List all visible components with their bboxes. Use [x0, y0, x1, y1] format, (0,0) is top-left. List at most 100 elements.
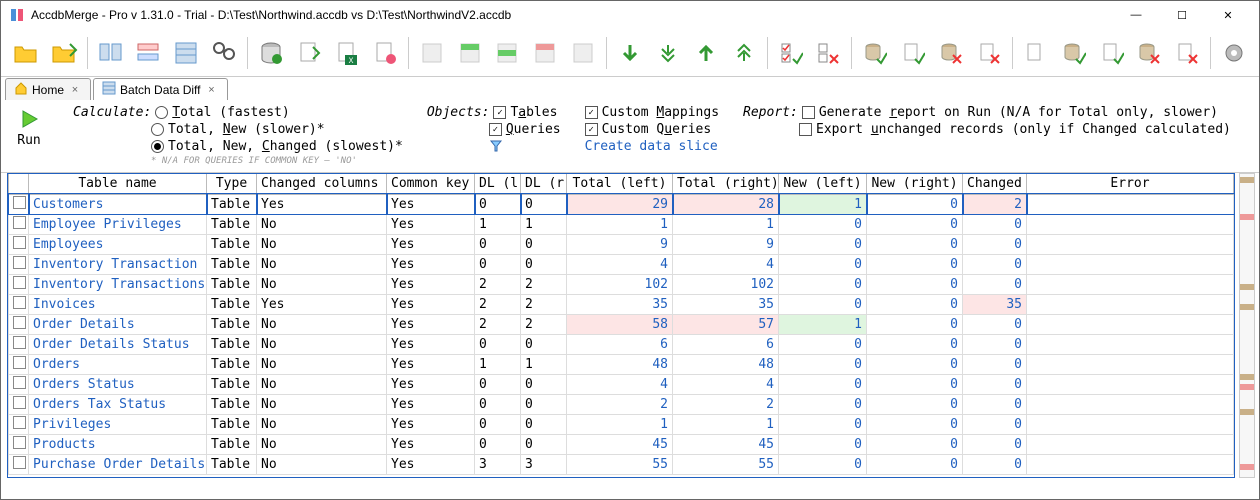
- row-checkbox[interactable]: [13, 396, 26, 409]
- filter-green-button[interactable]: [453, 35, 487, 71]
- settings-button[interactable]: [1217, 35, 1251, 71]
- table-row[interactable]: Inventory TransactionsTableNoYes22102102…: [9, 274, 1234, 294]
- cell-table-name[interactable]: Orders Tax Status: [29, 394, 207, 414]
- table-row[interactable]: ProductsTableNoYes004545000: [9, 434, 1234, 454]
- compare-queries-button[interactable]: [132, 35, 166, 71]
- merge-down-button[interactable]: [613, 35, 647, 71]
- filter-pink-button[interactable]: [528, 35, 562, 71]
- check-tables[interactable]: [493, 106, 506, 119]
- table-row[interactable]: Orders StatusTableNoYes0044000: [9, 374, 1234, 394]
- filter-clear-button[interactable]: [566, 35, 600, 71]
- table-row[interactable]: PrivilegesTableNoYes0011000: [9, 414, 1234, 434]
- maximize-button[interactable]: ☐: [1159, 1, 1205, 29]
- row-checkbox[interactable]: [13, 336, 26, 349]
- cell-table-name[interactable]: Privileges: [29, 414, 207, 434]
- check-export-unchanged[interactable]: [799, 123, 812, 136]
- cell-table-name[interactable]: Order Details: [29, 314, 207, 334]
- col-changed-cols[interactable]: Changed columns: [257, 174, 387, 194]
- cell-table-name[interactable]: Purchase Order Details: [29, 454, 207, 474]
- merge-down2-button[interactable]: [651, 35, 685, 71]
- radio-total[interactable]: [155, 106, 168, 119]
- col-error[interactable]: Error: [1027, 174, 1234, 194]
- db-page-remove2-button[interactable]: [1170, 35, 1204, 71]
- table-row[interactable]: Inventory TransactionTableNoYes0044000: [9, 254, 1234, 274]
- table-row[interactable]: Purchase Order DetailsTableNoYes33555500…: [9, 454, 1234, 474]
- col-new-left[interactable]: New (left): [779, 174, 867, 194]
- col-checkbox[interactable]: [9, 174, 29, 194]
- funnel-icon[interactable]: [489, 139, 503, 157]
- table-row[interactable]: Employee PrivilegesTableNoYes1111000: [9, 214, 1234, 234]
- close-icon[interactable]: ×: [68, 83, 82, 97]
- row-checkbox[interactable]: [13, 216, 26, 229]
- row-checkbox[interactable]: [13, 196, 26, 209]
- col-dl-right[interactable]: DL (r: [521, 174, 567, 194]
- row-checkbox[interactable]: [13, 376, 26, 389]
- db-page-check2-button[interactable]: [1095, 35, 1129, 71]
- find-button[interactable]: [207, 35, 241, 71]
- radio-total-new-changed[interactable]: [151, 140, 164, 153]
- row-checkbox[interactable]: [13, 436, 26, 449]
- db-page-check-button[interactable]: [896, 35, 930, 71]
- cell-table-name[interactable]: Employees: [29, 234, 207, 254]
- check-remove-button[interactable]: [812, 35, 846, 71]
- table-row[interactable]: Order Details StatusTableNoYes0066000: [9, 334, 1234, 354]
- db-page2-button[interactable]: [1019, 35, 1053, 71]
- col-common-key[interactable]: Common key: [387, 174, 475, 194]
- row-checkbox[interactable]: [13, 356, 26, 369]
- db-check-button[interactable]: [858, 35, 892, 71]
- db-remove2-button[interactable]: [1133, 35, 1167, 71]
- db-remove-button[interactable]: [934, 35, 968, 71]
- row-checkbox[interactable]: [13, 316, 26, 329]
- check-mappings[interactable]: [585, 106, 598, 119]
- export-left-button[interactable]: [292, 35, 326, 71]
- cell-table-name[interactable]: Customers: [29, 194, 207, 214]
- cell-table-name[interactable]: Invoices: [29, 294, 207, 314]
- cell-table-name[interactable]: Orders: [29, 354, 207, 374]
- mini-map[interactable]: [1239, 173, 1255, 478]
- export-report-button[interactable]: [368, 35, 402, 71]
- check-queries[interactable]: [489, 123, 502, 136]
- row-checkbox[interactable]: [13, 296, 26, 309]
- check-apply-button[interactable]: [774, 35, 808, 71]
- col-total-right[interactable]: Total (right): [673, 174, 779, 194]
- row-checkbox[interactable]: [13, 236, 26, 249]
- open-left-button[interactable]: [9, 35, 43, 71]
- row-checkbox[interactable]: [13, 456, 26, 469]
- close-button[interactable]: ✕: [1205, 1, 1251, 29]
- cell-table-name[interactable]: Employee Privileges: [29, 214, 207, 234]
- open-right-button[interactable]: [47, 35, 81, 71]
- tab-home[interactable]: Home ×: [5, 78, 91, 100]
- table-row[interactable]: EmployeesTableNoYes0099000: [9, 234, 1234, 254]
- export-excel-button[interactable]: X: [330, 35, 364, 71]
- filter-all-button[interactable]: [415, 35, 449, 71]
- row-checkbox[interactable]: [13, 276, 26, 289]
- col-table-name[interactable]: Table name: [29, 174, 207, 194]
- table-row[interactable]: InvoicesTableYesYes2235350035: [9, 294, 1234, 314]
- col-dl-left[interactable]: DL (l: [475, 174, 521, 194]
- check-custom-queries[interactable]: [585, 123, 598, 136]
- save-button[interactable]: [254, 35, 288, 71]
- radio-total-new[interactable]: [151, 123, 164, 136]
- cell-table-name[interactable]: Order Details Status: [29, 334, 207, 354]
- col-total-left[interactable]: Total (left): [567, 174, 673, 194]
- row-checkbox[interactable]: [13, 416, 26, 429]
- run-icon[interactable]: [17, 107, 41, 131]
- create-slice-link[interactable]: Create data slice: [585, 139, 718, 154]
- compare-tables-button[interactable]: [94, 35, 128, 71]
- check-generate-report[interactable]: [802, 106, 815, 119]
- table-row[interactable]: Order DetailsTableNoYes225857100: [9, 314, 1234, 334]
- col-changed[interactable]: Changed: [963, 174, 1027, 194]
- results-grid[interactable]: Table name Type Changed columns Common k…: [7, 173, 1235, 478]
- close-icon[interactable]: ×: [205, 83, 219, 97]
- filter-green2-button[interactable]: [491, 35, 525, 71]
- db-page-remove-button[interactable]: [972, 35, 1006, 71]
- db-check2-button[interactable]: [1057, 35, 1091, 71]
- tab-batch-diff[interactable]: Batch Data Diff ×: [93, 78, 227, 100]
- table-row[interactable]: OrdersTableNoYes114848000: [9, 354, 1234, 374]
- cell-table-name[interactable]: Inventory Transaction: [29, 254, 207, 274]
- cell-table-name[interactable]: Inventory Transactions: [29, 274, 207, 294]
- table-row[interactable]: CustomersTableYesYes002928102: [9, 194, 1234, 214]
- col-type[interactable]: Type: [207, 174, 257, 194]
- col-new-right[interactable]: New (right): [867, 174, 963, 194]
- table-row[interactable]: Orders Tax StatusTableNoYes0022000: [9, 394, 1234, 414]
